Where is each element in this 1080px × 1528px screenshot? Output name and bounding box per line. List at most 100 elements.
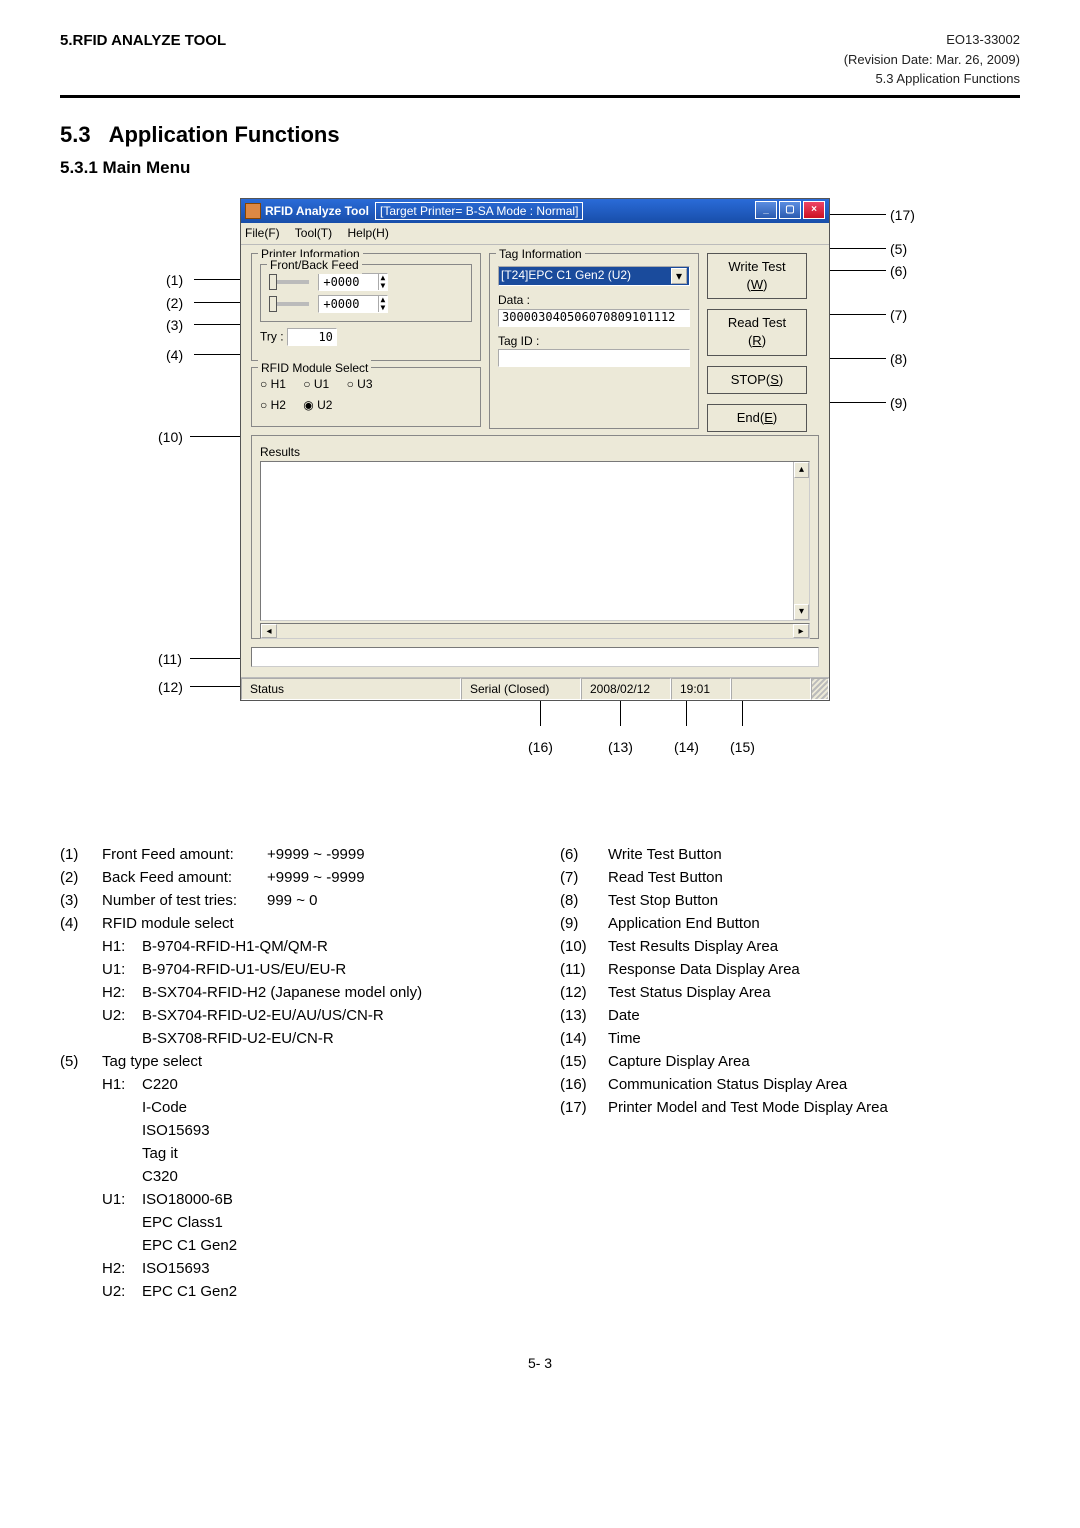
callout-14: (14) bbox=[674, 738, 699, 758]
menubar: File(F) Tool(T) Help(H) bbox=[241, 223, 829, 245]
results-display[interactable]: ▴ ▾ bbox=[260, 461, 810, 621]
app-window: RFID Analyze Tool [Target Printer= B-SA … bbox=[240, 198, 830, 701]
resize-grip-icon[interactable] bbox=[811, 678, 829, 700]
list-item: (2)Back Feed amount:+9999 ~ -9999 bbox=[60, 867, 520, 888]
close-button[interactable]: × bbox=[803, 201, 825, 219]
results-vscroll[interactable]: ▴ ▾ bbox=[793, 462, 809, 620]
rfid-module-select-group: RFID Module Select ○ H1 ○ U1 ○ U3 ○ H2 ◉… bbox=[251, 367, 481, 427]
list-item: U1:ISO18000-6B bbox=[102, 1189, 520, 1210]
callout-15: (15) bbox=[730, 738, 755, 758]
list-item: H1:C220 bbox=[102, 1074, 520, 1095]
list-item: I-Code bbox=[142, 1097, 520, 1118]
list-item: C320 bbox=[142, 1166, 520, 1187]
stop-button[interactable]: STOP(S) bbox=[707, 366, 807, 394]
list-item: EPC Class1 bbox=[142, 1212, 520, 1233]
minimize-button[interactable]: _ bbox=[755, 201, 777, 219]
title-mode-box: [Target Printer= B-SA Mode : Normal] bbox=[375, 202, 583, 220]
list-item: Tag it bbox=[142, 1143, 520, 1164]
list-item: ISO15693 bbox=[142, 1120, 520, 1141]
tag-info-legend: Tag Information bbox=[496, 246, 585, 263]
results-legend: Results bbox=[260, 444, 810, 461]
list-item: (5)Tag type select bbox=[60, 1051, 520, 1072]
list-item: (9)Application End Button bbox=[560, 913, 1020, 934]
app-icon bbox=[245, 203, 261, 219]
try-input[interactable]: 10 bbox=[287, 328, 337, 346]
try-label: Try : bbox=[260, 330, 284, 344]
status-label-cell: Status bbox=[241, 678, 461, 700]
callout-13: (13) bbox=[608, 738, 633, 758]
back-feed-input[interactable]: +0000 ▲▼ bbox=[318, 295, 388, 313]
callout-16: (16) bbox=[528, 738, 553, 758]
menu-tool[interactable]: Tool(T) bbox=[295, 226, 332, 240]
list-item: U2:EPC C1 Gen2 bbox=[102, 1281, 520, 1302]
list-item: H2:B-SX704-RFID-H2 (Japanese model only) bbox=[102, 982, 520, 1003]
list-item: (6)Write Test Button bbox=[560, 844, 1020, 865]
maximize-button[interactable]: ▢ bbox=[779, 201, 801, 219]
callout-5: (5) bbox=[890, 240, 907, 260]
subsection-heading: 5.3.1 Main Menu bbox=[60, 156, 1020, 180]
tag-information-group: Tag Information [T24]EPC C1 Gen2 (U2) ▾ … bbox=[489, 253, 699, 429]
list-item: U1:B-9704-RFID-U1-US/EU/EU-R bbox=[102, 959, 520, 980]
legend-columns: (1)Front Feed amount:+9999 ~ -9999 (2)Ba… bbox=[60, 844, 1020, 1304]
header-rule bbox=[60, 95, 1020, 98]
callout-12: (12) bbox=[158, 678, 183, 698]
titlebar[interactable]: RFID Analyze Tool [Target Printer= B-SA … bbox=[241, 199, 829, 223]
page-number: 5- 3 bbox=[60, 1354, 1020, 1374]
doc-code: EO13-33002 bbox=[844, 30, 1020, 50]
radio-u2[interactable]: ◉ U2 bbox=[303, 398, 332, 412]
figure-wrap: (1) (2) (3) (4) (10) (11) (12) (17) (5) … bbox=[110, 198, 970, 818]
callout-8: (8) bbox=[890, 350, 907, 370]
doc-subsection-ref: 5.3 Application Functions bbox=[844, 69, 1020, 89]
front-feed-slider[interactable] bbox=[269, 280, 309, 284]
callout-6: (6) bbox=[890, 262, 907, 282]
list-item: (7)Read Test Button bbox=[560, 867, 1020, 888]
results-group: Results ▴ ▾ ◂▸ bbox=[251, 435, 819, 639]
menu-help[interactable]: Help(H) bbox=[347, 226, 388, 240]
header-left: 5.RFID ANALYZE TOOL bbox=[60, 30, 226, 51]
list-item: (1)Front Feed amount:+9999 ~ -9999 bbox=[60, 844, 520, 865]
radio-u3[interactable]: ○ U3 bbox=[347, 377, 373, 391]
callout-9: (9) bbox=[890, 394, 907, 414]
radio-u1[interactable]: ○ U1 bbox=[303, 377, 329, 391]
app-title: RFID Analyze Tool bbox=[265, 203, 369, 220]
list-item: H2:ISO15693 bbox=[102, 1258, 520, 1279]
list-item: (8)Test Stop Button bbox=[560, 890, 1020, 911]
radio-h2[interactable]: ○ H2 bbox=[260, 398, 286, 412]
doc-revision: (Revision Date: Mar. 26, 2009) bbox=[844, 50, 1020, 70]
status-time-cell: 19:01 bbox=[671, 678, 731, 700]
callout-11: (11) bbox=[158, 650, 182, 670]
list-item: (3)Number of test tries:999 ~ 0 bbox=[60, 890, 520, 911]
front-feed-input[interactable]: +0000 ▲▼ bbox=[318, 273, 388, 291]
window-buttons: _ ▢ × bbox=[755, 201, 825, 219]
list-item: (4)RFID module select bbox=[60, 913, 520, 934]
results-hscroll[interactable]: ◂▸ bbox=[260, 623, 810, 639]
back-feed-slider[interactable] bbox=[269, 302, 309, 306]
menu-file[interactable]: File(F) bbox=[245, 226, 280, 240]
data-label: Data : bbox=[498, 292, 690, 309]
list-item: H1:B-9704-RFID-H1-QM/QM-R bbox=[102, 936, 520, 957]
data-input[interactable]: 300003040506070809101112 bbox=[498, 309, 690, 327]
tag-type-dropdown[interactable]: [T24]EPC C1 Gen2 (U2) ▾ bbox=[498, 266, 690, 286]
list-item: (12)Test Status Display Area bbox=[560, 982, 1020, 1003]
header-right: EO13-33002 (Revision Date: Mar. 26, 2009… bbox=[844, 30, 1020, 89]
radio-h1[interactable]: ○ H1 bbox=[260, 377, 286, 391]
write-test-button[interactable]: Write Test(W) bbox=[707, 253, 807, 299]
response-display[interactable] bbox=[251, 647, 819, 667]
list-item: (14)Time bbox=[560, 1028, 1020, 1049]
list-item: (11)Response Data Display Area bbox=[560, 959, 1020, 980]
legend-right-col: (6)Write Test Button (7)Read Test Button… bbox=[560, 844, 1020, 1304]
status-capture-cell bbox=[731, 678, 811, 700]
list-item: EPC C1 Gen2 bbox=[142, 1235, 520, 1256]
callout-4: (4) bbox=[166, 346, 183, 366]
status-date-cell: 2008/02/12 bbox=[581, 678, 671, 700]
section-number: 5.3 bbox=[60, 120, 91, 151]
statusbar: Status Serial (Closed) 2008/02/12 19:01 bbox=[241, 677, 829, 700]
page-header: 5.RFID ANALYZE TOOL EO13-33002 (Revision… bbox=[60, 30, 1020, 89]
tagid-input[interactable] bbox=[498, 349, 690, 367]
list-item: (13)Date bbox=[560, 1005, 1020, 1026]
feed-legend: Front/Back Feed bbox=[267, 257, 362, 274]
section-title: Application Functions bbox=[109, 120, 340, 151]
read-test-button[interactable]: Read Test(R) bbox=[707, 309, 807, 355]
end-button[interactable]: End(E) bbox=[707, 404, 807, 432]
printer-information-group: Printer Information Front/Back Feed +000… bbox=[251, 253, 481, 361]
